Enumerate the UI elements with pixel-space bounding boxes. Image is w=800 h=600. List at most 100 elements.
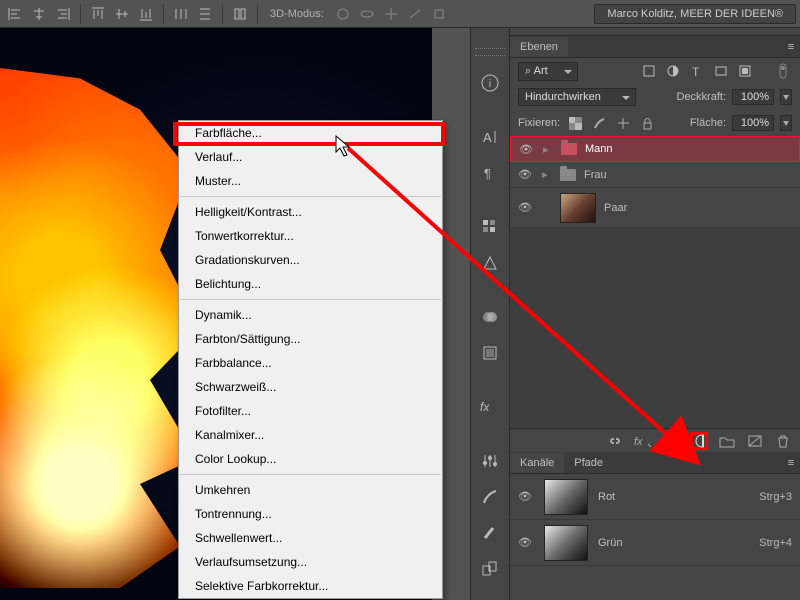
lock-all-icon[interactable] [638,114,656,132]
menu-item-dynamik[interactable]: Dynamik... [179,303,442,327]
auto-align-icon[interactable] [229,3,251,25]
layer-name[interactable]: Frau [584,169,607,181]
3d-roll-icon[interactable] [356,3,378,25]
channel-name: Rot [598,491,749,503]
character-panel-icon[interactable]: A [476,124,504,150]
visibility-icon[interactable]: 👁 [519,143,535,156]
menu-item-farbflaeche[interactable]: Farbfläche... [179,121,442,145]
blend-mode-dropdown[interactable]: Hindurchwirken [518,88,636,106]
lock-transparent-icon[interactable] [566,114,584,132]
tab-kanaele[interactable]: Kanäle [510,453,564,473]
3d-slide-icon[interactable] [404,3,426,25]
clone-panel-icon[interactable] [476,556,504,582]
menu-item-fotofilter[interactable]: Fotofilter... [179,399,442,423]
mask-icon[interactable] [662,432,680,450]
menu-item-helligkeit[interactable]: Helligkeit/Kontrast... [179,200,442,224]
menu-item-selektive[interactable]: Selektive Farbkorrektur... [179,574,442,598]
fx-panel-icon[interactable]: fx [476,394,504,420]
align-vcenter-icon[interactable] [111,3,133,25]
3d-rotate-icon[interactable] [332,3,354,25]
align-right-icon[interactable] [52,3,74,25]
3d-pan-icon[interactable] [380,3,402,25]
panel-menu-icon[interactable]: ≡ [782,457,800,469]
brushpresets-panel-icon[interactable] [476,520,504,546]
brush-panel-icon[interactable] [476,484,504,510]
3d-scale-icon[interactable] [428,3,450,25]
paragraph-panel-icon[interactable]: ¶ [476,160,504,186]
visibility-icon[interactable]: 👁 [518,490,534,503]
layer-mann[interactable]: 👁 ▸ Mann [510,136,800,162]
folder-icon [560,169,576,181]
filter-smart-icon[interactable] [736,62,754,80]
dock-grip[interactable] [475,48,505,56]
align-top-icon[interactable] [87,3,109,25]
new-group-icon[interactable] [718,432,736,450]
align-bottom-icon[interactable] [135,3,157,25]
menu-item-farbton[interactable]: Farbton/Sättigung... [179,327,442,351]
filter-pixel-icon[interactable] [640,62,658,80]
workspace-user-label[interactable]: Marco Kolditz, MEER DER IDEEN® [594,4,796,24]
channel-gruen[interactable]: 👁 Grün Strg+4 [510,520,800,566]
align-hcenter-icon[interactable] [28,3,50,25]
navigator-panel-icon[interactable] [476,250,504,276]
menu-item-tontrennung[interactable]: Tontrennung... [179,502,442,526]
filter-toggle[interactable] [774,62,792,80]
menu-item-schwellenwert[interactable]: Schwellenwert... [179,526,442,550]
menu-item-tonwert[interactable]: Tonwertkorrektur... [179,224,442,248]
fill-value[interactable]: 100% [732,115,774,131]
lock-image-icon[interactable] [590,114,608,132]
new-layer-icon[interactable] [746,432,764,450]
filter-adjust-icon[interactable] [664,62,682,80]
cursor-icon [335,135,355,159]
opacity-flyout-icon[interactable] [780,89,792,105]
fx-icon[interactable]: fx [634,432,652,450]
menu-item-kanalmixer[interactable]: Kanalmixer... [179,423,442,447]
options-bar: 3D-Modus: Marco Kolditz, MEER DER IDEEN® [0,0,800,28]
tab-pfade[interactable]: Pfade [564,453,613,473]
layer-filter-dropdown[interactable]: ⌕ Art [518,62,578,81]
menu-item-umkehren[interactable]: Umkehren [179,478,442,502]
layer-name[interactable]: Paar [604,202,627,214]
disclosure-icon[interactable]: ▸ [543,143,553,156]
menu-item-colorlookup[interactable]: Color Lookup... [179,447,442,471]
visibility-icon[interactable]: 👁 [518,168,534,181]
info-panel-icon[interactable]: i [476,70,504,96]
link-layers-icon[interactable] [606,432,624,450]
lock-position-icon[interactable] [614,114,632,132]
layer-filter-label: Art [534,65,548,77]
color-panel-icon[interactable] [476,304,504,330]
channel-shortcut: Strg+4 [759,537,792,549]
panel-grip[interactable] [510,28,800,36]
adjustments-panel-icon[interactable] [476,448,504,474]
swatches-panel-icon[interactable] [476,214,504,240]
visibility-icon[interactable]: 👁 [518,201,534,214]
layer-frau[interactable]: 👁 ▸ Frau [510,162,800,188]
distribute-v-icon[interactable] [194,3,216,25]
menu-item-muster[interactable]: Muster... [179,169,442,193]
opacity-value[interactable]: 100% [732,89,774,105]
new-adjustment-layer-icon[interactable] [690,432,708,450]
tab-ebenen[interactable]: Ebenen [510,37,568,57]
channel-shortcut: Strg+3 [759,491,792,503]
distribute-h-icon[interactable] [170,3,192,25]
menu-item-gradation[interactable]: Gradationskurven... [179,248,442,272]
layer-paar[interactable]: 👁 Paar [510,188,800,228]
delete-layer-icon[interactable] [774,432,792,450]
visibility-icon[interactable]: 👁 [518,536,534,549]
channel-name: Grün [598,537,749,549]
channels-tabrow: Kanäle Pfade ≡ [510,452,800,474]
fill-flyout-icon[interactable] [780,115,792,131]
menu-item-verlaufsumsetzung[interactable]: Verlaufsumsetzung... [179,550,442,574]
menu-item-schwarzweiss[interactable]: Schwarzweiß... [179,375,442,399]
menu-item-belichtung[interactable]: Belichtung... [179,272,442,296]
disclosure-icon[interactable]: ▸ [542,168,552,181]
panel-menu-icon[interactable]: ≡ [782,41,800,53]
channel-rot[interactable]: 👁 Rot Strg+3 [510,474,800,520]
menu-item-farbbalance[interactable]: Farbbalance... [179,351,442,375]
align-left-icon[interactable] [4,3,26,25]
menu-item-verlauf[interactable]: Verlauf... [179,145,442,169]
filter-shape-icon[interactable] [712,62,730,80]
styles-panel-icon[interactable] [476,340,504,366]
layer-name[interactable]: Mann [585,143,613,155]
filter-type-icon[interactable]: T [688,62,706,80]
